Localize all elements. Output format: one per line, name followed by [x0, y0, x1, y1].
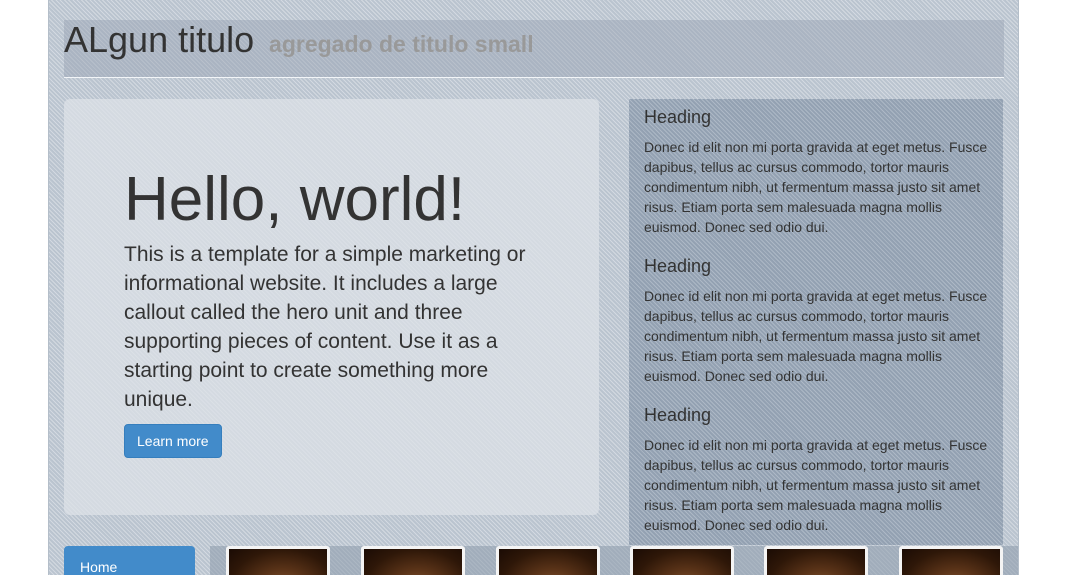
sidebar-block: Heading Donec id elit non mi porta gravi…: [644, 256, 994, 386]
thumbnail-image[interactable]: [496, 546, 600, 575]
sidebar-block-heading: Heading: [644, 256, 712, 276]
hero-text: This is a template for a simple marketin…: [124, 243, 526, 411]
thumbnail-image[interactable]: [764, 546, 868, 575]
hero-heading: Hello, world!: [124, 165, 466, 234]
page-container: ALgun titulo agregado de titulo small He…: [48, 0, 1019, 575]
sidebar-block-text: Donec id elit non mi porta gravida at eg…: [644, 437, 988, 533]
thumbnail-image[interactable]: [630, 546, 734, 575]
thumbnail-gallery: [210, 546, 1018, 575]
sidebar-block-text: Donec id elit non mi porta gravida at eg…: [644, 139, 988, 235]
sidebar-block-heading: Heading: [644, 107, 712, 127]
sidebar-block-heading: Heading: [644, 405, 712, 425]
page-title-text: ALgun titulo: [64, 19, 255, 60]
sidebar-block: Heading Donec id elit non mi porta gravi…: [644, 107, 994, 237]
thumbnail-image[interactable]: [899, 546, 1003, 575]
hero-unit: Hello, world! This is a template for a s…: [64, 99, 599, 515]
thumbnail-image[interactable]: [361, 546, 465, 575]
nav-item-home[interactable]: Home: [64, 546, 195, 575]
sidebar: Heading Donec id elit non mi porta gravi…: [629, 99, 1003, 545]
side-nav: Home: [64, 546, 195, 575]
thumbnail-image[interactable]: [226, 546, 330, 575]
learn-more-button[interactable]: Learn more: [124, 424, 222, 458]
page-subtitle: agregado de titulo small: [269, 31, 534, 57]
page-title: ALgun titulo agregado de titulo small: [64, 20, 534, 64]
page-header: ALgun titulo agregado de titulo small: [64, 20, 1004, 78]
sidebar-block: Heading Donec id elit non mi porta gravi…: [644, 405, 994, 535]
sidebar-block-text: Donec id elit non mi porta gravida at eg…: [644, 288, 988, 384]
